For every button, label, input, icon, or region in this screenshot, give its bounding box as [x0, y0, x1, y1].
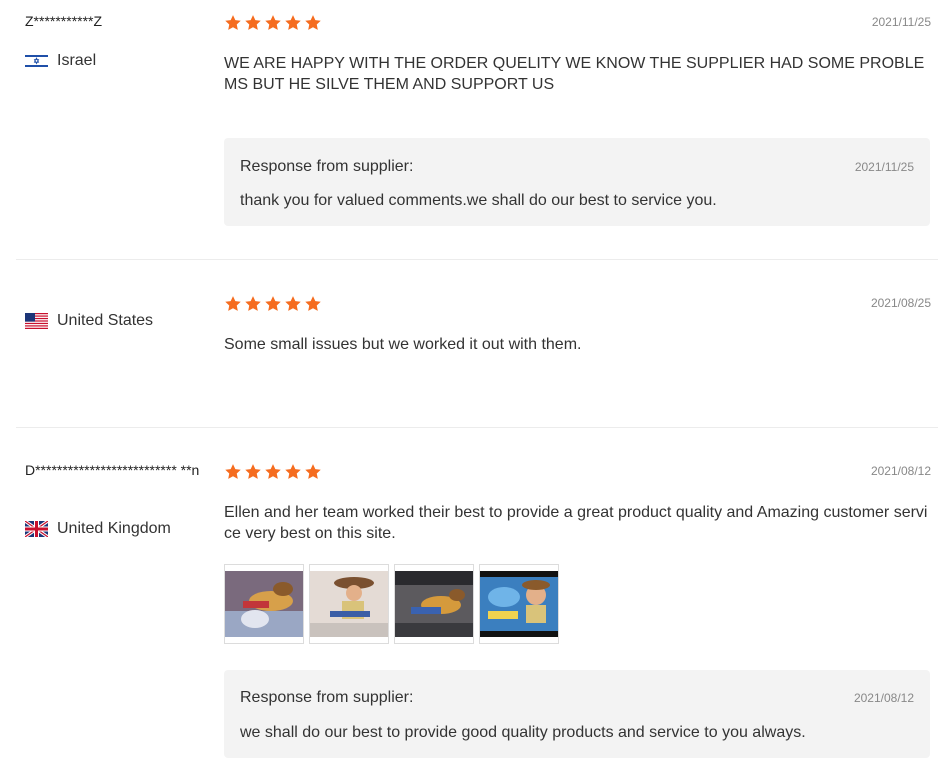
review-text: Some small issues but we worked it out w… [224, 336, 582, 353]
review-item: United States 2021/08/25 Some small issu… [16, 260, 938, 427]
star-rating [224, 463, 322, 481]
star-icon [265, 15, 281, 30]
review-photo-thumbnail[interactable] [309, 564, 389, 644]
star-icon [225, 464, 241, 479]
response-date: 2021/11/25 [854, 160, 914, 174]
response-text: thank you for valued comments.we shall d… [240, 192, 717, 209]
star-icon [245, 296, 261, 311]
review-text: Ellen and her team worked their best to … [224, 504, 928, 542]
supplier-response: Response from supplier: 2021/11/25 thank… [224, 138, 930, 226]
supplier-response: Response from supplier: 2021/08/12 we sh… [224, 670, 930, 758]
review-text: WE ARE HAPPY WITH THE ORDER QUELITY WE K… [224, 55, 925, 93]
star-rating [224, 295, 322, 313]
toy-figure-photo-icon [395, 571, 473, 637]
review-item: Z***********Z Israel 2021/11/25 WE ARE H… [16, 0, 938, 259]
toy-figure-photo-icon [480, 571, 558, 637]
star-icon [225, 296, 241, 311]
star-rating [224, 14, 322, 32]
reviewer-country: United States [25, 312, 153, 330]
reviewer-name: D************************** **n [25, 462, 200, 478]
toy-figure-photo-icon [310, 571, 388, 637]
review-date: 2021/08/12 [870, 464, 931, 478]
star-icon [225, 15, 241, 30]
reviewer-country: United Kingdom [25, 520, 171, 538]
country-name: Israel [57, 52, 97, 69]
response-title: Response from supplier: [240, 689, 414, 706]
response-title: Response from supplier: [240, 158, 414, 175]
toy-figure-photo-icon [225, 571, 303, 637]
review-photo-thumbnail[interactable] [224, 564, 304, 644]
star-icon [245, 464, 261, 479]
star-icon [285, 15, 301, 30]
star-icon [305, 296, 321, 311]
country-name: United Kingdom [57, 520, 171, 537]
reviewer-name: Z***********Z [25, 13, 103, 29]
star-icon [265, 296, 281, 311]
review-item: D************************** **n United K… [16, 428, 938, 762]
review-photo-thumbnail[interactable] [479, 564, 559, 644]
uk-flag-icon [25, 521, 48, 537]
review-date: 2021/08/25 [870, 296, 931, 310]
us-flag-icon [25, 313, 48, 329]
response-text: we shall do our best to provide good qua… [240, 724, 806, 741]
star-icon [305, 15, 321, 30]
star-icon [265, 464, 281, 479]
israel-flag-icon [25, 53, 48, 69]
review-date: 2021/11/25 [871, 15, 931, 29]
review-photos [224, 564, 559, 644]
country-name: United States [57, 312, 154, 329]
star-icon [305, 464, 321, 479]
review-photo-thumbnail[interactable] [394, 564, 474, 644]
reviewer-country: Israel [25, 52, 96, 70]
star-icon [245, 15, 261, 30]
star-icon [285, 296, 301, 311]
response-date: 2021/08/12 [853, 691, 914, 705]
star-icon [285, 464, 301, 479]
